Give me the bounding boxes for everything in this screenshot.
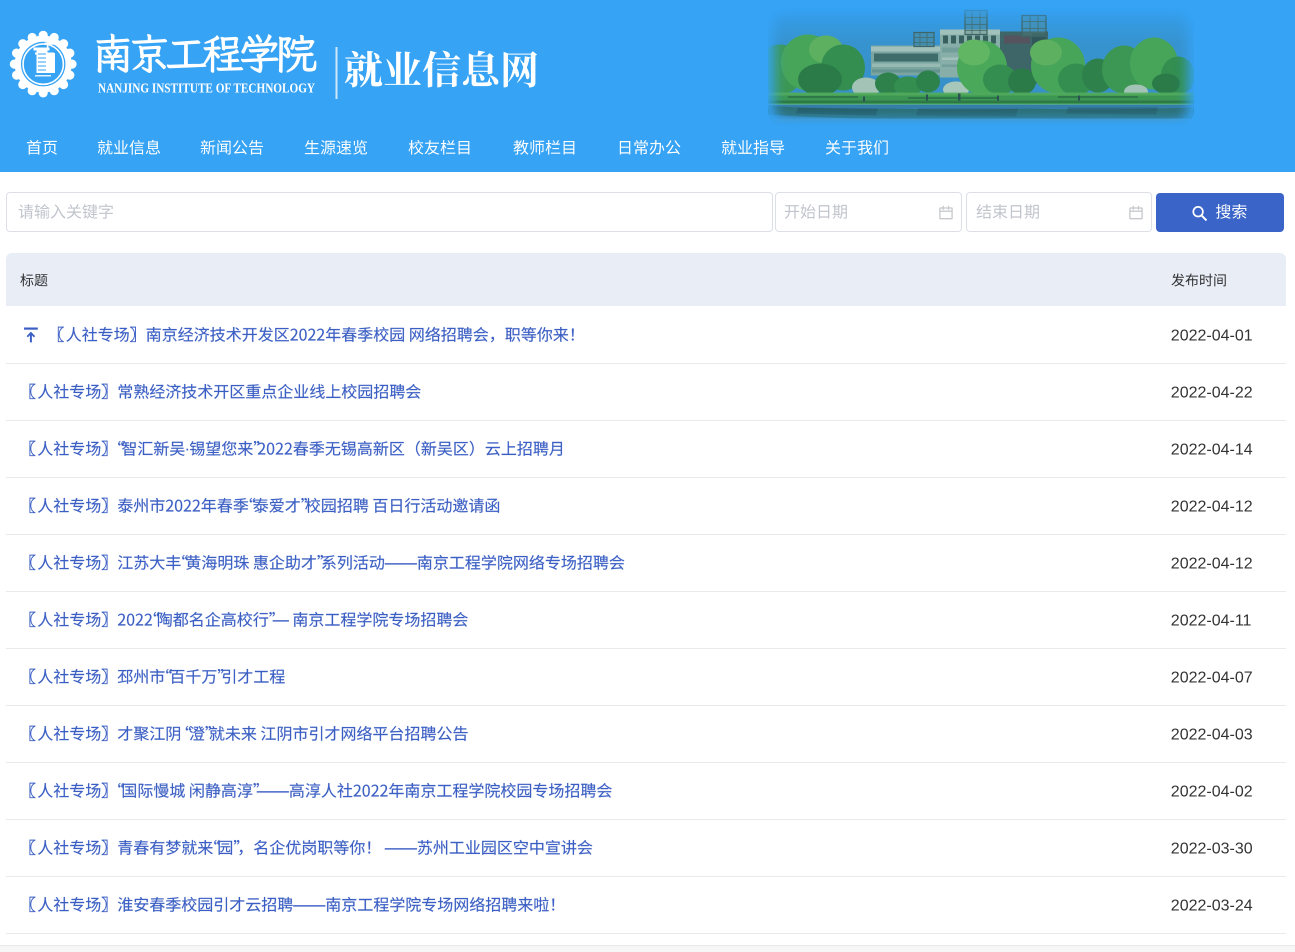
- svg-text:2022-04-12: 2022-04-12: [1171, 499, 1253, 516]
- svg-text:NANJING INSTITUTE OF TECHNOLOG: NANJING INSTITUTE OF TECHNOLOGY: [98, 81, 315, 96]
- svg-text:2022-04-14: 2022-04-14: [1171, 442, 1253, 459]
- svg-text:2022-04-11: 2022-04-11: [1171, 613, 1252, 630]
- svg-text:2022-03-24: 2022-03-24: [1171, 898, 1253, 915]
- svg-text:2022-04-12: 2022-04-12: [1171, 556, 1253, 573]
- svg-text:2022-04-02: 2022-04-02: [1171, 784, 1253, 801]
- svg-text:2022-03-30: 2022-03-30: [1171, 841, 1253, 858]
- svg-text:2022-04-01: 2022-04-01: [1171, 328, 1253, 345]
- svg-text:2022-04-22: 2022-04-22: [1171, 385, 1253, 402]
- svg-text:2022-04-03: 2022-04-03: [1171, 727, 1253, 744]
- svg-text:2022-04-07: 2022-04-07: [1171, 670, 1253, 687]
